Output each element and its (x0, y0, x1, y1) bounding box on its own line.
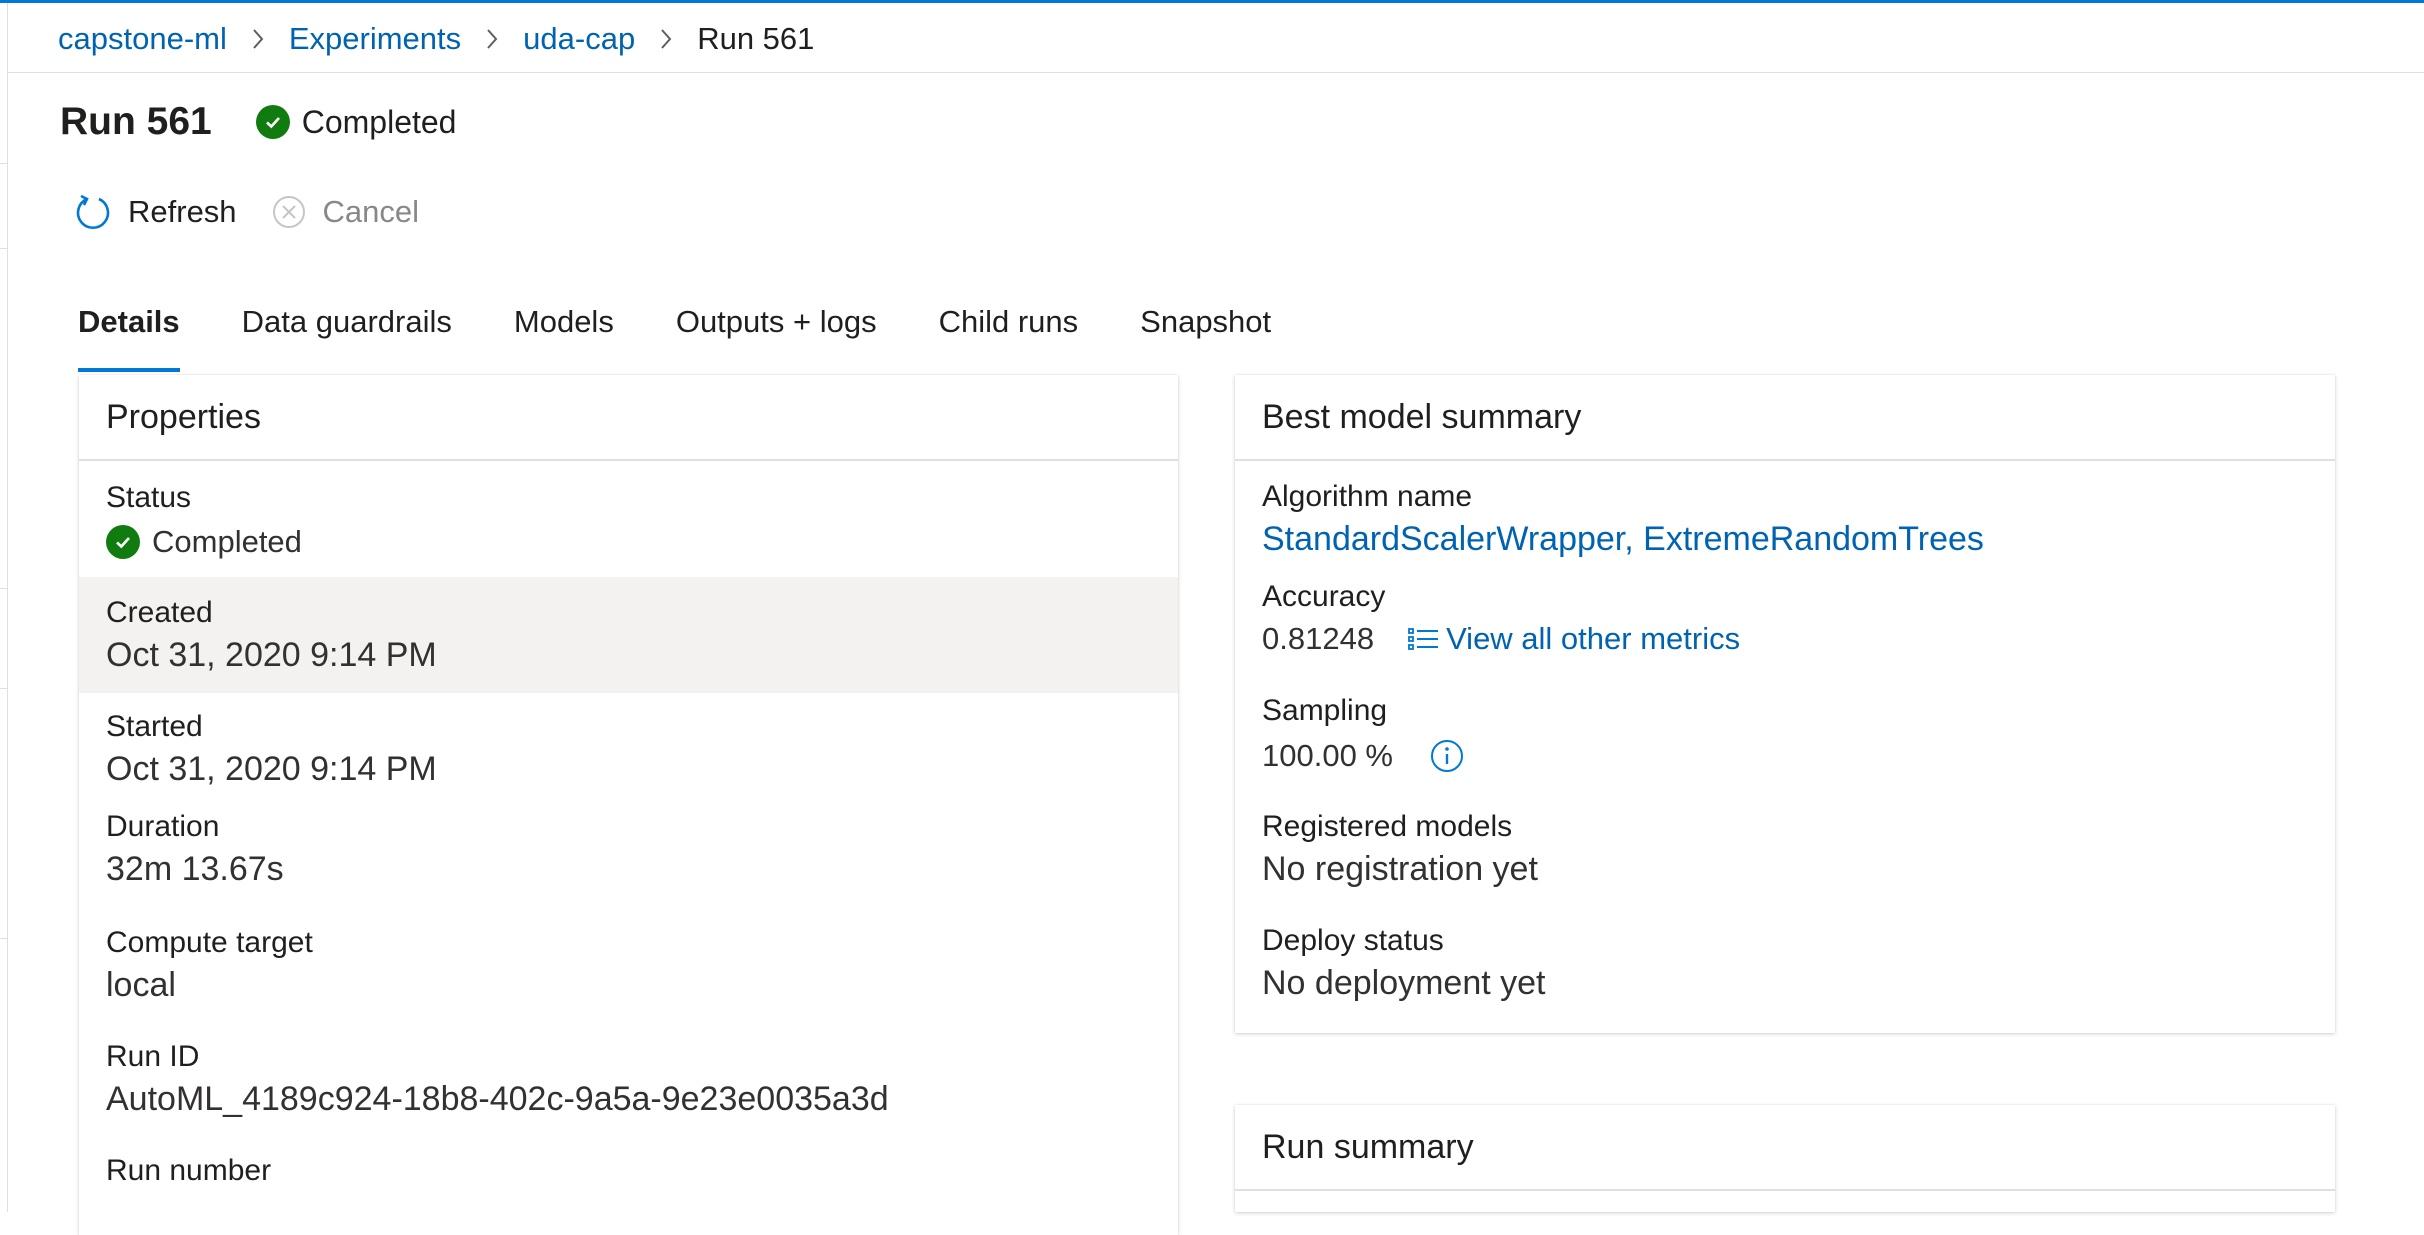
started-value: Oct 31, 2020 9:14 PM (106, 750, 437, 788)
cancel-icon (271, 194, 307, 230)
registered-label: Registered models (1262, 810, 1513, 843)
page-header: Run 561 Completed (60, 96, 456, 148)
status-label: Status (106, 481, 192, 514)
list-icon (1408, 626, 1440, 652)
breadcrumb: capstone-ml Experiments uda-cap Run 561 (58, 16, 814, 62)
status-badge: Completed (255, 103, 457, 141)
property-created: Created Oct 31, 2020 9:14 PM (79, 577, 1178, 693)
property-status: Status Completed (79, 461, 1178, 577)
property-accuracy: Accuracy 0.81248 View all other metrics (1235, 577, 2335, 691)
properties-card: Properties Status Completed Created Oct … (79, 375, 1178, 1235)
accuracy-label: Accuracy (1262, 580, 1386, 613)
runnumber-label: Run number (106, 1154, 272, 1187)
cancel-label: Cancel (322, 194, 420, 229)
property-deploy-status: Deploy status No deployment yet (1235, 921, 2335, 1021)
status-text: Completed (301, 103, 457, 140)
chevron-right-icon (659, 27, 673, 51)
tab-data-guardrails[interactable]: Data guardrails (242, 300, 452, 372)
accuracy-value: 0.81248 (1262, 621, 1375, 656)
started-label: Started (106, 710, 203, 743)
status-value-text: Completed (152, 524, 302, 559)
chevron-right-icon (251, 27, 265, 51)
compute-value: local (106, 966, 176, 1004)
sampling-label: Sampling (1262, 694, 1388, 727)
page-title: Run 561 (60, 100, 212, 143)
refresh-label: Refresh (128, 194, 237, 229)
deploy-value: No deployment yet (1262, 964, 1546, 1002)
tab-bar: Details Data guardrails Models Outputs +… (78, 300, 1333, 372)
breadcrumb-experiments[interactable]: Experiments (289, 21, 461, 57)
view-metrics-link[interactable]: View all other metrics (1408, 621, 1740, 657)
sampling-value: 100.00 % (1262, 738, 1393, 773)
property-sampling: Sampling 100.00 % (1235, 691, 2335, 807)
refresh-button[interactable]: Refresh (74, 193, 237, 231)
property-algorithm: Algorithm name StandardScalerWrapper, Ex… (1235, 461, 2335, 577)
property-compute-target: Compute target local (79, 923, 1178, 1037)
compute-label: Compute target (106, 926, 313, 959)
property-registered-models: Registered models No registration yet (1235, 807, 2335, 921)
run-summary-card: Run summary (1235, 1105, 2335, 1212)
duration-label: Duration (106, 810, 220, 843)
left-nav-strip (0, 3, 8, 1212)
deploy-label: Deploy status (1262, 924, 1444, 957)
cancel-button[interactable]: Cancel (271, 194, 420, 230)
algorithm-link[interactable]: StandardScalerWrapper, ExtremeRandomTree… (1262, 517, 2335, 561)
top-accent-bar (0, 0, 2424, 3)
property-run-number: Run number (79, 1151, 1178, 1211)
status-value: Completed (106, 524, 1178, 560)
check-circle-icon (255, 105, 290, 139)
property-duration: Duration 32m 13.67s (79, 807, 1178, 923)
tab-child-runs[interactable]: Child runs (939, 300, 1079, 372)
breadcrumb-workspace[interactable]: capstone-ml (58, 21, 227, 57)
check-circle-icon (106, 525, 140, 559)
properties-title: Properties (79, 375, 1178, 461)
tab-snapshot[interactable]: Snapshot (1140, 300, 1271, 372)
tab-details[interactable]: Details (78, 300, 180, 372)
command-bar: Refresh Cancel (74, 186, 453, 238)
run-summary-title: Run summary (1235, 1105, 2335, 1191)
breadcrumb-experiment-name[interactable]: uda-cap (523, 21, 635, 57)
best-model-card: Best model summary Algorithm name Standa… (1235, 375, 2335, 1033)
best-model-title: Best model summary (1235, 375, 2335, 461)
created-label: Created (106, 596, 213, 629)
duration-value: 32m 13.67s (106, 850, 284, 888)
algorithm-label: Algorithm name (1262, 480, 1473, 513)
chevron-right-icon (485, 27, 499, 51)
property-started: Started Oct 31, 2020 9:14 PM (79, 693, 1178, 807)
property-run-id: Run ID AutoML_4189c924-18b8-402c-9a5a-9e… (79, 1037, 1178, 1151)
tab-models[interactable]: Models (514, 300, 614, 372)
info-icon[interactable] (1429, 738, 1465, 774)
registered-value: No registration yet (1262, 850, 1538, 888)
refresh-icon (74, 193, 112, 231)
tab-outputs-logs[interactable]: Outputs + logs (676, 300, 877, 372)
runid-value: AutoML_4189c924-18b8-402c-9a5a-9e23e0035… (106, 1080, 889, 1118)
header-divider (8, 72, 2424, 73)
runid-label: Run ID (106, 1040, 200, 1073)
view-metrics-label: View all other metrics (1446, 621, 1741, 656)
created-value: Oct 31, 2020 9:14 PM (106, 636, 437, 674)
breadcrumb-current: Run 561 (697, 21, 815, 56)
